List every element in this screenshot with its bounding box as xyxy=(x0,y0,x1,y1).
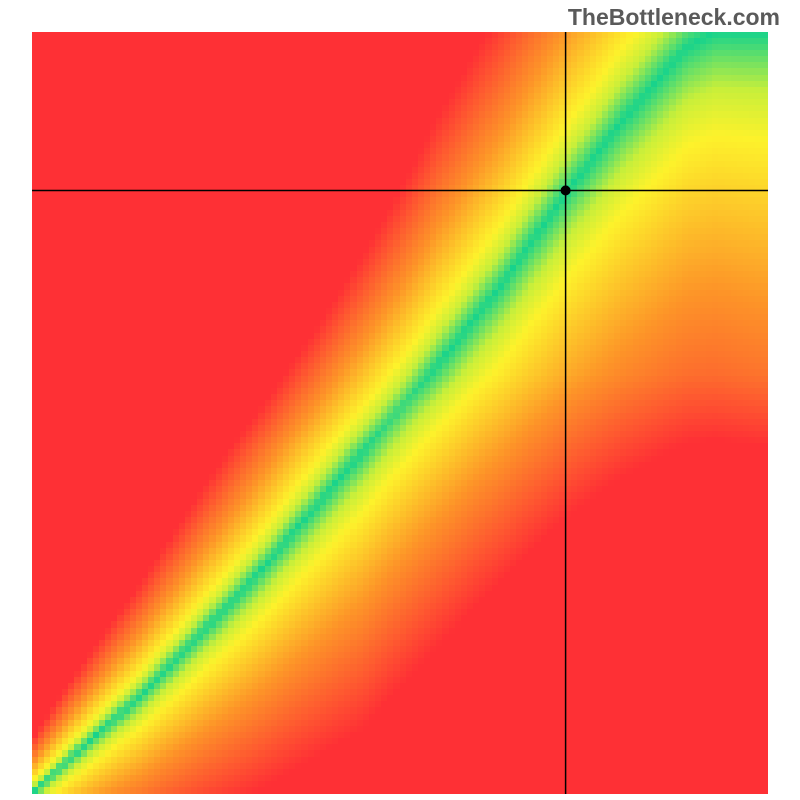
heatmap-chart xyxy=(32,32,768,794)
watermark-text: TheBottleneck.com xyxy=(568,4,780,31)
heatmap-canvas xyxy=(32,32,768,794)
